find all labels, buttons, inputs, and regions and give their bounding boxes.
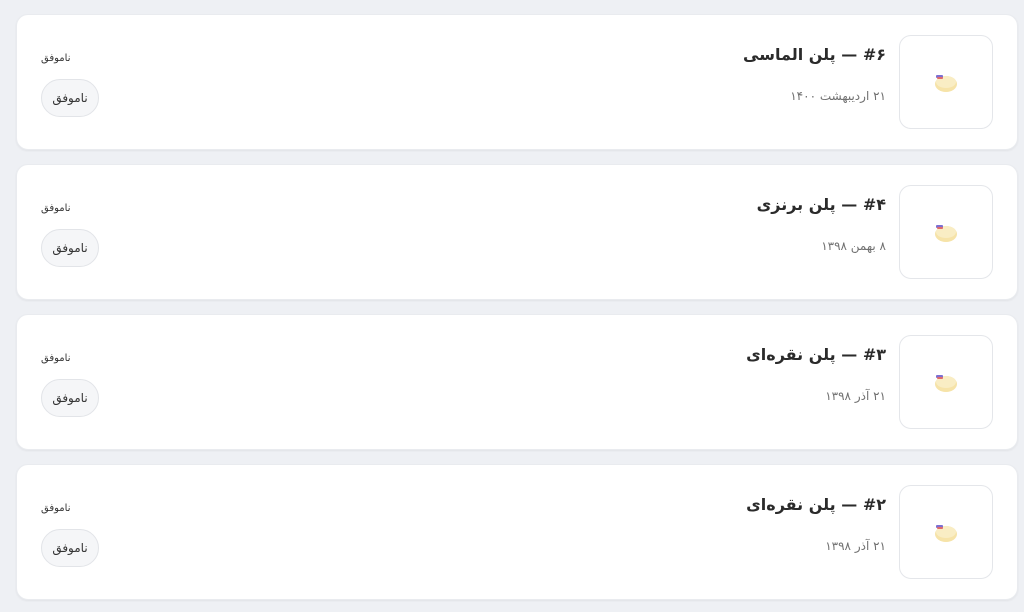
order-date: ۲۱ آذر ۱۳۹۸: [825, 539, 886, 553]
order-card[interactable]: #۳ — پلن نقره‌ای ۲۱ آذر ۱۳۹۸ ناموفق نامو…: [16, 314, 1018, 450]
status-button[interactable]: ناموفق: [41, 229, 99, 267]
order-title: #۲ — پلن نقره‌ای: [746, 495, 886, 514]
status-label: ناموفق: [41, 353, 71, 364]
order-title: #۶ — پلن الماسی: [743, 45, 886, 64]
order-card[interactable]: #۶ — پلن الماسی ۲۱ اردیبهشت ۱۴۰۰ ناموفق …: [16, 14, 1018, 150]
order-date: ۲۱ اردیبهشت ۱۴۰۰: [790, 89, 886, 103]
status-button[interactable]: ناموفق: [41, 529, 99, 567]
status-label: ناموفق: [41, 503, 71, 514]
plan-package-icon: [934, 521, 958, 543]
status-label: ناموفق: [41, 203, 71, 214]
plan-package-icon: [934, 371, 958, 393]
status-button[interactable]: ناموفق: [41, 79, 99, 117]
orders-list: #۶ — پلن الماسی ۲۱ اردیبهشت ۱۴۰۰ ناموفق …: [0, 0, 1024, 612]
status-label: ناموفق: [41, 53, 71, 64]
plan-thumbnail: [899, 335, 993, 429]
order-card[interactable]: #۲ — پلن نقره‌ای ۲۱ آذر ۱۳۹۸ ناموفق نامو…: [16, 464, 1018, 600]
order-title: #۳ — پلن نقره‌ای: [746, 345, 886, 364]
plan-thumbnail: [899, 485, 993, 579]
order-card[interactable]: #۴ — پلن برنزی ۸ بهمن ۱۳۹۸ ناموفق ناموفق: [16, 164, 1018, 300]
status-button[interactable]: ناموفق: [41, 379, 99, 417]
plan-package-icon: [934, 71, 958, 93]
order-date: ۸ بهمن ۱۳۹۸: [821, 239, 886, 253]
plan-package-icon: [934, 221, 958, 243]
order-date: ۲۱ آذر ۱۳۹۸: [825, 389, 886, 403]
plan-thumbnail: [899, 185, 993, 279]
plan-thumbnail: [899, 35, 993, 129]
order-title: #۴ — پلن برنزی: [756, 195, 886, 214]
